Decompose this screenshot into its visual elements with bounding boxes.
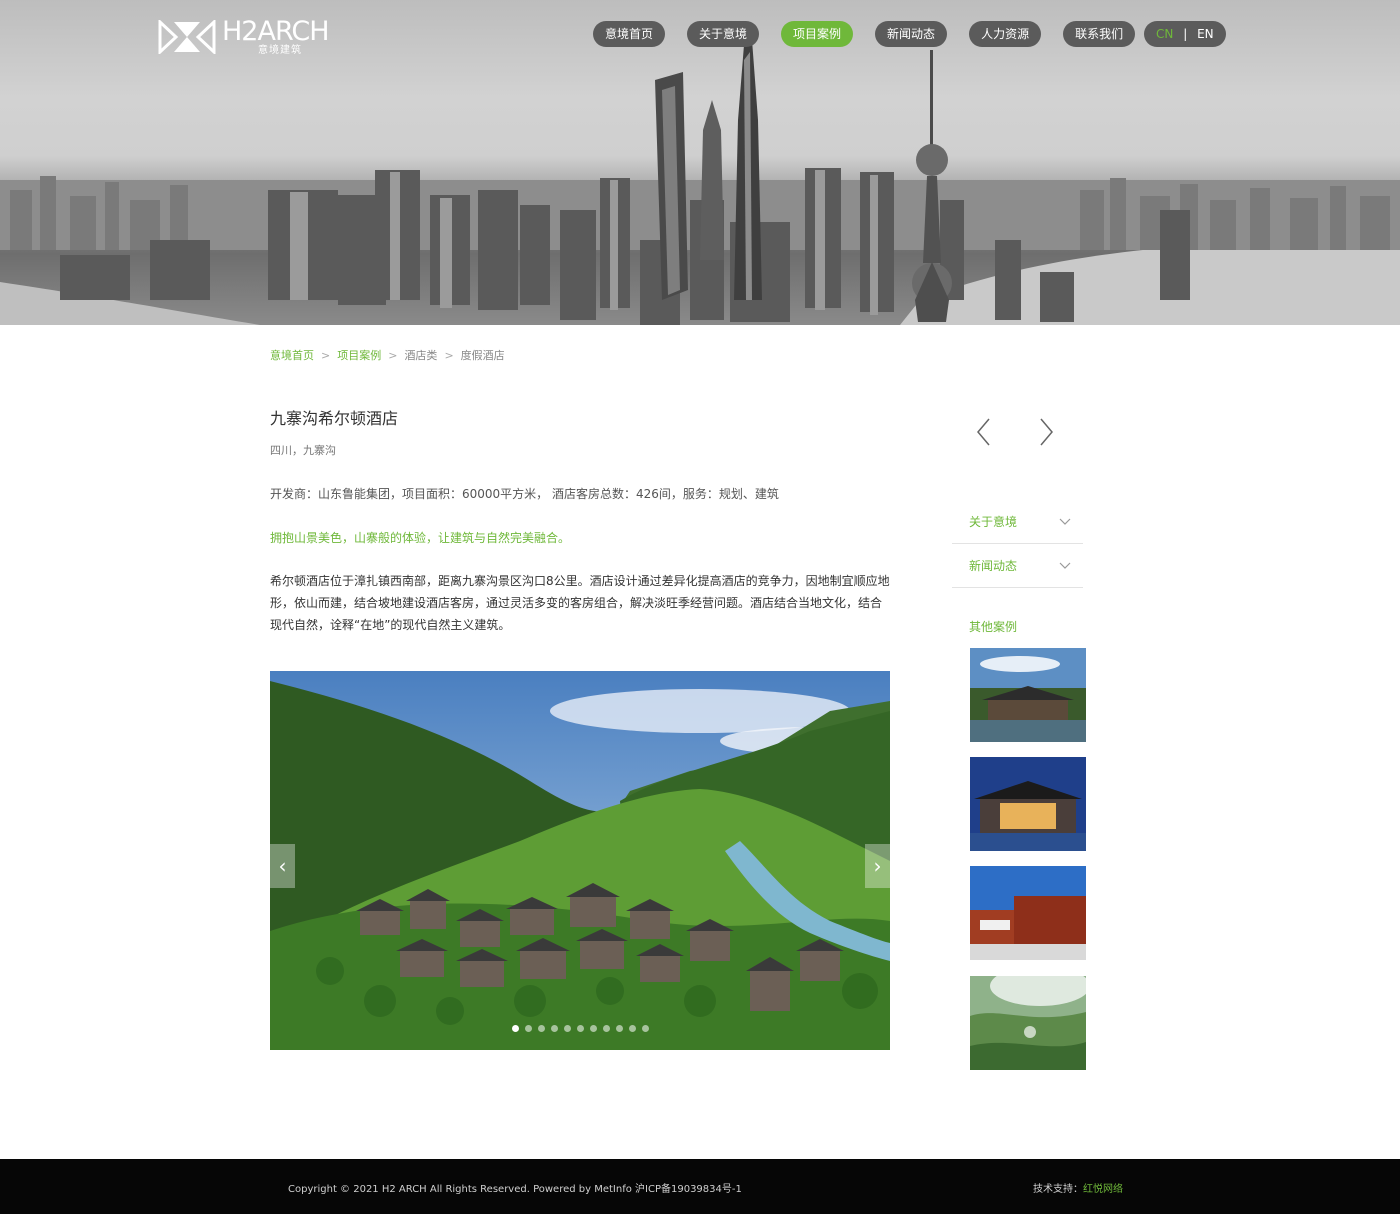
chevron-down-icon	[1059, 562, 1071, 569]
gallery-image	[270, 671, 890, 1050]
logo-mark-icon	[158, 20, 216, 54]
other-case-thumb[interactable]	[970, 976, 1086, 1070]
nav-news[interactable]: 新闻动态	[875, 21, 948, 47]
other-cases-title: 其他案例	[969, 620, 1018, 634]
hero-banner: H2ARCH 意境建筑 意境首页 关于意境 项目案例 新闻动态 人力资源 联系我…	[0, 0, 1400, 325]
nav-hr[interactable]: 人力资源	[969, 21, 1042, 47]
logo-text-block: H2ARCH 意境建筑	[222, 16, 330, 56]
project-location: 四川，九寨沟	[270, 444, 336, 457]
nav-contact[interactable]: 联系我们	[1063, 21, 1136, 47]
gallery-pagination	[270, 1025, 890, 1032]
copyright-text: Copyright © 2021 H2 ARCH All Rights Rese…	[288, 1184, 742, 1195]
site-logo[interactable]: H2ARCH 意境建筑	[158, 16, 330, 56]
gallery-dot[interactable]	[628, 1025, 636, 1032]
nav-about[interactable]: 关于意境	[687, 21, 760, 47]
other-case-image	[970, 757, 1086, 851]
project-pager	[974, 416, 1098, 448]
sidebar-item-label: 新闻动态	[969, 559, 1018, 573]
gallery-dot[interactable]	[563, 1025, 571, 1032]
breadcrumb-resort-hotels[interactable]: 度假酒店	[461, 347, 505, 363]
other-case-image	[970, 976, 1086, 1070]
gallery-dot[interactable]	[537, 1025, 545, 1032]
prev-project-arrow-icon[interactable]	[974, 416, 994, 448]
breadcrumb-chevron-icon: >	[444, 348, 454, 362]
sidebar-item-label: 关于意境	[969, 515, 1018, 529]
project-meta: 开发商：山东鲁能集团，项目面积：60000平方米， 酒店客房总数：426间，服务…	[270, 487, 779, 501]
tech-support-label: 技术支持：	[1033, 1184, 1083, 1195]
logo-subtext: 意境建筑	[258, 45, 302, 56]
other-case-thumb[interactable]	[970, 757, 1086, 851]
sidebar-item-about[interactable]: 关于意境	[952, 500, 1083, 544]
gallery-dot[interactable]	[576, 1025, 584, 1032]
project-gallery: ‹ ›	[270, 671, 890, 1050]
gallery-next-button[interactable]: ›	[865, 844, 890, 888]
gallery-dot[interactable]	[524, 1025, 532, 1032]
other-case-thumb[interactable]	[970, 648, 1086, 742]
gallery-dot[interactable]	[550, 1025, 558, 1032]
main-nav: 意境首页 关于意境 项目案例 新闻动态 人力资源 联系我们	[593, 21, 1157, 47]
breadcrumb: 意境首页 > 项目案例 > 酒店类 > 度假酒店	[270, 347, 505, 363]
tech-support-link[interactable]: 红悦网络	[1083, 1184, 1123, 1195]
other-case-thumb[interactable]	[970, 866, 1086, 960]
breadcrumb-chevron-icon: >	[388, 348, 398, 362]
lang-cn[interactable]: CN	[1156, 27, 1173, 41]
gallery-dot[interactable]	[615, 1025, 623, 1032]
site-footer: Copyright © 2021 H2 ARCH All Rights Rese…	[0, 1159, 1400, 1214]
nav-projects[interactable]: 项目案例	[781, 21, 854, 47]
gallery-dot[interactable]	[589, 1025, 597, 1032]
tech-support: 技术支持：红悦网络	[1033, 1180, 1123, 1195]
lang-separator: |	[1183, 27, 1188, 41]
gallery-dot[interactable]	[641, 1025, 649, 1032]
sidebar-item-news[interactable]: 新闻动态	[952, 544, 1083, 588]
project-tagline: 拥抱山景美色，山寨般的体验，让建筑与自然完美融合。	[270, 531, 571, 545]
gallery-dot[interactable]	[602, 1025, 610, 1032]
breadcrumb-chevron-icon: >	[321, 348, 331, 362]
breadcrumb-projects[interactable]: 项目案例	[337, 347, 381, 363]
sidebar-menu: 关于意境 新闻动态	[952, 500, 1083, 588]
other-case-image	[970, 866, 1086, 960]
breadcrumb-home[interactable]: 意境首页	[270, 347, 314, 363]
project-title: 九寨沟希尔顿酒店	[270, 409, 399, 428]
logo-text: H2ARCH	[222, 16, 330, 47]
next-project-arrow-icon[interactable]	[1036, 416, 1056, 448]
language-switcher: CN | EN	[1144, 21, 1226, 47]
lang-en[interactable]: EN	[1197, 27, 1214, 41]
other-case-image	[970, 648, 1086, 742]
gallery-dot[interactable]	[511, 1025, 519, 1032]
breadcrumb-hotels[interactable]: 酒店类	[404, 347, 437, 363]
gallery-prev-button[interactable]: ‹	[270, 844, 295, 888]
chevron-down-icon	[1059, 518, 1071, 525]
nav-home[interactable]: 意境首页	[593, 21, 666, 47]
project-description: 希尔顿酒店位于漳扎镇西南部，距离九寨沟景区沟口8公里。酒店设计通过差异化提高酒店…	[270, 574, 890, 632]
